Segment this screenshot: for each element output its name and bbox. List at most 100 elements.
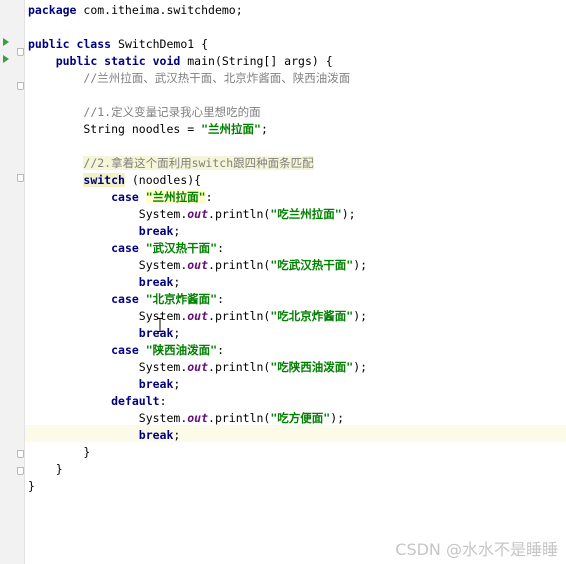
fold-icon[interactable] bbox=[17, 174, 24, 182]
fold-icon[interactable] bbox=[17, 48, 24, 56]
code-token: SwitchDemo1 { bbox=[111, 37, 209, 51]
fold-icon[interactable] bbox=[17, 450, 24, 458]
code-line[interactable]: break; bbox=[28, 223, 181, 240]
code-token: //兰州拉面、武汉热干面、北京炸酱面、陕西油泼面 bbox=[83, 71, 351, 85]
code-token: case bbox=[111, 190, 139, 204]
code-line[interactable]: default: bbox=[28, 393, 167, 410]
code-line[interactable]: String noodles = "兰州拉面"; bbox=[28, 121, 268, 138]
code-token: : bbox=[217, 241, 225, 255]
code-token: "北京炸酱面" bbox=[145, 292, 218, 306]
code-token: ); bbox=[353, 360, 368, 374]
code-token: break bbox=[138, 428, 174, 442]
code-token: com.itheima.switchdemo; bbox=[76, 3, 243, 17]
code-token: ); bbox=[353, 258, 368, 272]
code-line[interactable]: System.out.println("吃陕西油泼面"); bbox=[28, 359, 367, 376]
code-token: "陕西油泼面" bbox=[145, 343, 218, 357]
code-token: System. bbox=[28, 258, 188, 272]
code-line[interactable]: case "陕西油泼面": bbox=[28, 342, 224, 359]
code-line[interactable]: public class SwitchDemo1 { bbox=[28, 36, 208, 53]
code-token: ; bbox=[173, 428, 181, 442]
code-token: "兰州拉面" bbox=[201, 122, 261, 136]
code-token: .println( bbox=[208, 258, 271, 272]
code-line[interactable]: System.out.println("吃北京炸酱面"); bbox=[28, 308, 367, 325]
code-line[interactable]: package com.itheima.switchdemo; bbox=[28, 2, 243, 19]
code-line[interactable]: break; bbox=[28, 427, 181, 444]
run-class-icon[interactable] bbox=[3, 38, 9, 46]
watermark: CSDN @水水不是睡睡 bbox=[395, 540, 558, 559]
code-token: "吃方便面" bbox=[270, 411, 331, 425]
code-token: case bbox=[111, 241, 139, 255]
code-token: ); bbox=[341, 207, 356, 221]
code-line[interactable]: switch (noodles){ bbox=[28, 172, 201, 189]
code-token: public static void bbox=[55, 54, 181, 68]
code-token: public class bbox=[28, 37, 112, 51]
code-token: System. bbox=[28, 309, 188, 323]
code-token: .println( bbox=[208, 360, 271, 374]
code-editor[interactable]: package com.itheima.switchdemo; public cl… bbox=[0, 0, 566, 564]
code-line[interactable]: break; bbox=[28, 274, 181, 291]
code-line[interactable]: case "武汉热干面": bbox=[28, 240, 224, 257]
code-token: case bbox=[111, 343, 139, 357]
code-token: "吃兰州拉面" bbox=[270, 207, 342, 221]
code-token: System. bbox=[28, 207, 188, 221]
code-line[interactable]: //2.拿着这个面利用switch跟四种面条匹配 bbox=[28, 155, 314, 172]
code-token: //1.定义变量记录我心里想吃的面 bbox=[83, 105, 261, 119]
code-line[interactable]: System.out.println("吃方便面"); bbox=[28, 410, 344, 427]
code-token: out bbox=[187, 258, 209, 272]
editor-gutter[interactable] bbox=[0, 0, 25, 564]
code-token: .println( bbox=[208, 309, 271, 323]
code-line[interactable]: System.out.println("吃武汉热干面"); bbox=[28, 257, 367, 274]
code-line[interactable]: case "兰州拉面": bbox=[28, 189, 213, 206]
code-token: ); bbox=[353, 309, 368, 323]
code-token: ); bbox=[330, 411, 345, 425]
code-token: "兰州拉面" bbox=[145, 190, 206, 204]
code-line[interactable]: public static void main(String[] args) { bbox=[28, 53, 333, 70]
code-token: out bbox=[187, 411, 209, 425]
code-token: break bbox=[138, 224, 174, 238]
code-token: } bbox=[28, 479, 35, 493]
code-token: ; bbox=[260, 122, 268, 136]
code-line[interactable]: } bbox=[28, 461, 63, 478]
code-line[interactable]: } bbox=[28, 444, 90, 461]
code-line[interactable]: break; bbox=[28, 376, 181, 393]
code-token: package bbox=[28, 3, 77, 17]
code-token: main(String[] args) { bbox=[180, 54, 333, 68]
mouse-i-beam-cursor bbox=[157, 318, 163, 332]
code-token: System. bbox=[28, 411, 188, 425]
run-main-icon[interactable] bbox=[3, 55, 9, 63]
code-token: switch bbox=[83, 173, 125, 187]
code-line[interactable]: //兰州拉面、武汉热干面、北京炸酱面、陕西油泼面 bbox=[28, 70, 350, 87]
code-token: .println( bbox=[208, 411, 271, 425]
fold-icon[interactable] bbox=[17, 467, 24, 475]
code-token: "吃武汉热干面" bbox=[270, 258, 354, 272]
code-token: out bbox=[187, 207, 209, 221]
code-token: : bbox=[217, 292, 225, 306]
code-token: ; bbox=[173, 377, 181, 391]
code-token: } bbox=[28, 462, 63, 476]
code-token: : bbox=[159, 394, 167, 408]
code-token: System. bbox=[28, 360, 188, 374]
code-token: ; bbox=[173, 224, 181, 238]
code-token: "武汉热干面" bbox=[145, 241, 218, 255]
code-line[interactable]: System.out.println("吃兰州拉面"); bbox=[28, 206, 356, 223]
code-line[interactable]: case "北京炸酱面": bbox=[28, 291, 224, 308]
code-line[interactable]: //1.定义变量记录我心里想吃的面 bbox=[28, 104, 261, 121]
code-token: out bbox=[187, 360, 209, 374]
code-token: break bbox=[138, 275, 174, 289]
code-token: String noodles = bbox=[28, 122, 202, 136]
code-token: out bbox=[187, 309, 209, 323]
code-line[interactable]: } bbox=[28, 478, 35, 495]
fold-icon[interactable] bbox=[17, 82, 24, 90]
